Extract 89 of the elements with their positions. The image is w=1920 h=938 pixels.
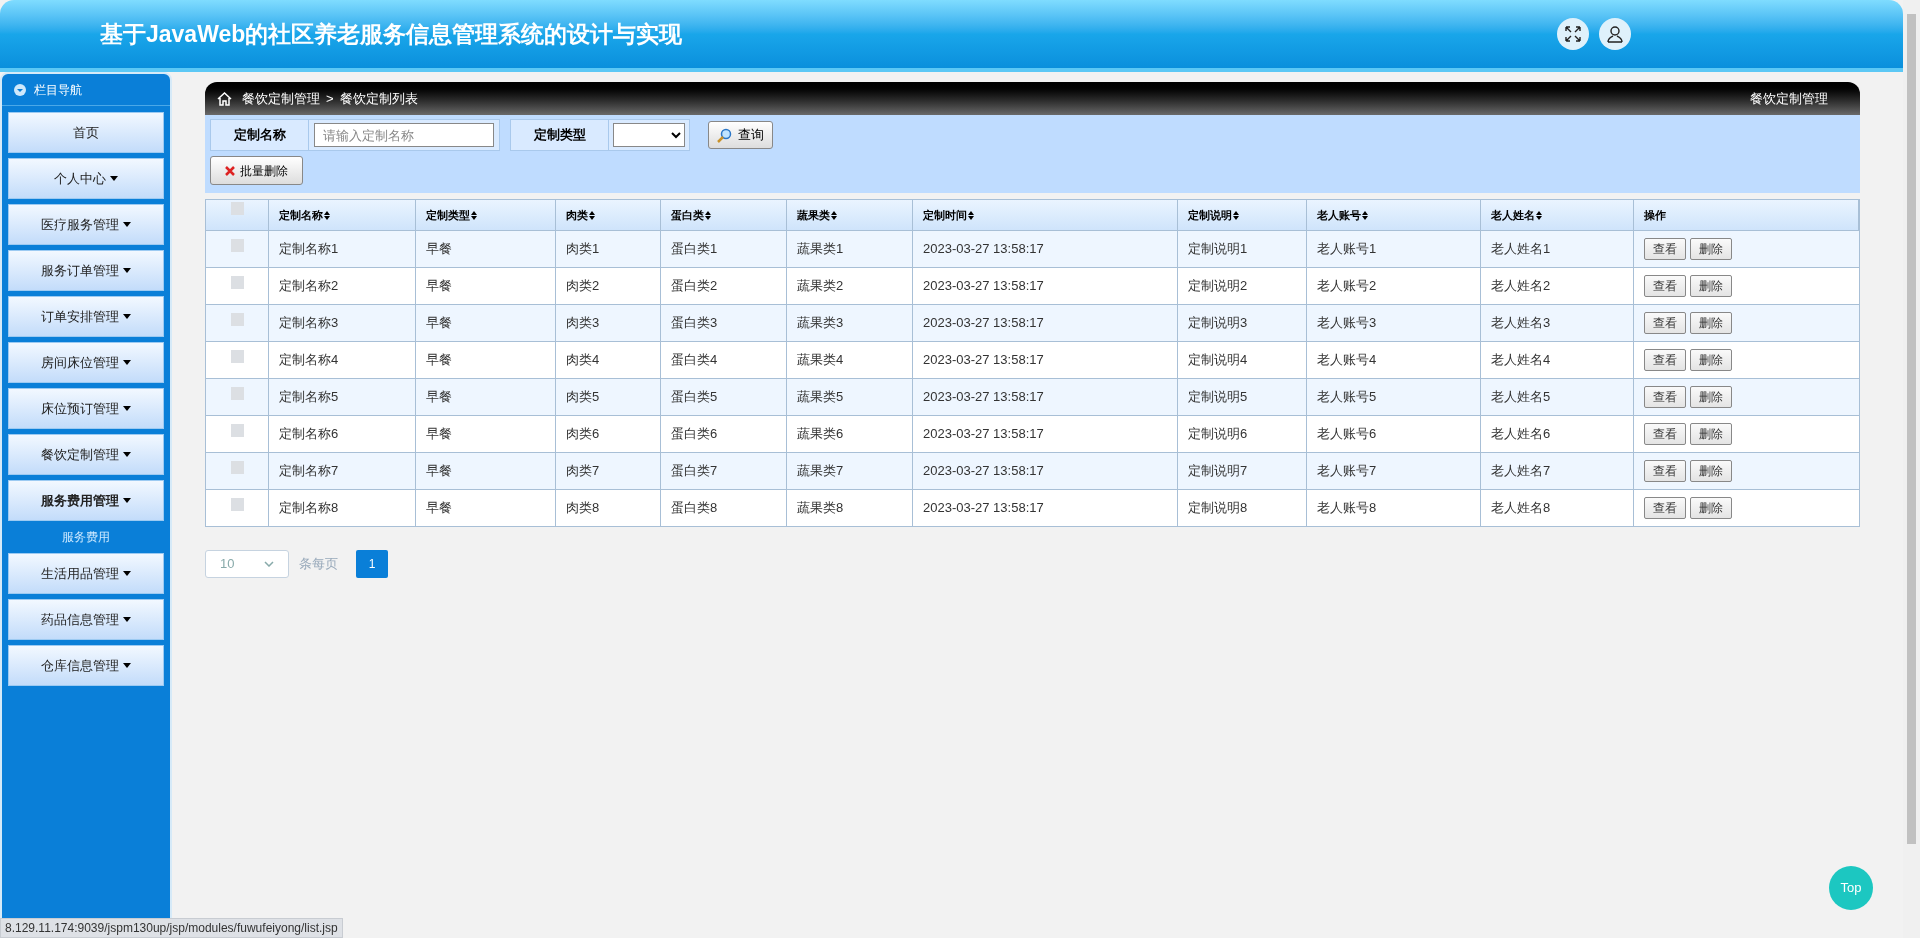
breadcrumb-link[interactable]: 餐饮定制管理 <box>242 88 320 109</box>
sidebar-menu-item[interactable]: 订单安排管理 <box>8 296 164 337</box>
table-cell: 2023-03-27 13:58:17 <box>913 490 1178 526</box>
sort-icon <box>471 210 477 220</box>
sort-icon <box>831 210 837 220</box>
user-icon[interactable] <box>1599 18 1631 50</box>
table-cell: 早餐 <box>416 490 556 526</box>
view-button[interactable]: 查看 <box>1644 423 1686 445</box>
breadcrumb-separator: > <box>326 89 334 108</box>
search-icon <box>717 127 732 143</box>
view-button[interactable]: 查看 <box>1644 238 1686 260</box>
system-title: 基于JavaWeb的社区养老服务信息管理系统的设计与实现 <box>100 19 683 49</box>
sidebar-menu-item[interactable]: 房间床位管理 <box>8 342 164 383</box>
view-button[interactable]: 查看 <box>1644 275 1686 297</box>
row-checkbox[interactable] <box>230 461 244 474</box>
row-checkbox[interactable] <box>230 387 244 400</box>
fullscreen-icon[interactable] <box>1557 18 1589 50</box>
table-cell: 蔬果类8 <box>787 490 913 526</box>
home-icon <box>217 91 232 106</box>
status-bar: 8.129.11.174:9039/jspm130up/jsp/modules/fuwufeiyong/list.jsp <box>0 918 343 938</box>
sidebar-menu-item[interactable]: 医疗服务管理 <box>8 204 164 245</box>
sidebar-menu-item[interactable]: 生活用品管理 <box>8 553 164 594</box>
caret-icon <box>123 314 131 319</box>
row-checkbox[interactable] <box>230 239 244 252</box>
select-all-checkbox[interactable] <box>230 202 244 215</box>
sort-icon <box>1362 210 1368 220</box>
table-cell: 老人姓名8 <box>1481 490 1634 526</box>
page-heading: 餐饮定制管理 <box>1750 89 1828 108</box>
table-cell: 老人账号8 <box>1307 490 1481 526</box>
sidebar-submenu-link[interactable]: 服务费用 <box>62 526 110 548</box>
row-checkbox[interactable] <box>230 313 244 326</box>
table-cell: 蛋白类8 <box>661 490 787 526</box>
delete-button[interactable]: 删除 <box>1690 238 1732 260</box>
sidebar-menu-item[interactable]: 仓库信息管理 <box>8 645 164 686</box>
chevron-down-icon <box>264 561 274 567</box>
sort-icon <box>589 210 595 220</box>
table-cell: 肉类8 <box>556 490 661 526</box>
delete-button[interactable]: 删除 <box>1690 349 1732 371</box>
sidebar-menu-item[interactable]: 餐饮定制管理 <box>8 434 164 475</box>
delete-button[interactable]: 删除 <box>1690 460 1732 482</box>
page-size-label: 条每页 <box>299 555 338 574</box>
delete-button[interactable]: 删除 <box>1690 312 1732 334</box>
caret-icon <box>123 360 131 365</box>
sidebar-menu-item[interactable]: 服务订单管理 <box>8 250 164 291</box>
view-button[interactable]: 查看 <box>1644 497 1686 519</box>
delete-button[interactable]: 删除 <box>1690 275 1732 297</box>
close-icon <box>225 165 235 176</box>
caret-icon <box>123 268 131 273</box>
caret-icon <box>123 663 131 668</box>
sidebar-menu-item[interactable]: 个人中心 <box>8 158 164 199</box>
row-checkbox[interactable] <box>230 350 244 363</box>
view-button[interactable]: 查看 <box>1644 386 1686 408</box>
filter-label: 定制名称 <box>211 120 309 150</box>
caret-icon <box>110 176 118 181</box>
view-button[interactable]: 查看 <box>1644 460 1686 482</box>
delete-button[interactable]: 删除 <box>1690 386 1732 408</box>
view-button[interactable]: 查看 <box>1644 349 1686 371</box>
caret-icon <box>123 617 131 622</box>
sort-icon <box>324 210 330 220</box>
caret-icon <box>123 571 131 576</box>
table-cell: 定制说明8 <box>1178 490 1307 526</box>
sidebar-menu-item[interactable]: 床位预订管理 <box>8 388 164 429</box>
caret-icon <box>123 406 131 411</box>
sort-icon <box>1536 210 1542 220</box>
row-checkbox[interactable] <box>230 424 244 437</box>
delete-button[interactable]: 删除 <box>1690 423 1732 445</box>
batch-delete-button[interactable]: 批量删除 <box>210 156 303 185</box>
page-number-button[interactable]: 1 <box>356 550 388 578</box>
name-input-field[interactable]: 请输入定制名称 <box>314 123 494 147</box>
row-checkbox[interactable] <box>230 498 244 511</box>
caret-icon <box>123 452 131 457</box>
delete-button[interactable]: 删除 <box>1690 497 1732 519</box>
breadcrumb-current: 餐饮定制列表 <box>339 89 418 108</box>
filter-label: 定制类型 <box>511 120 609 150</box>
table-cell: 定制名称8 <box>269 490 416 526</box>
sort-icon <box>1233 210 1239 220</box>
sidebar-menu-item[interactable]: 药品信息管理 <box>8 599 164 640</box>
sidebar-menu-item[interactable]: 服务费用管理 <box>8 480 164 521</box>
caret-icon <box>123 222 131 227</box>
sidebar-title: 栏目导航 <box>34 81 82 99</box>
sort-icon <box>705 210 711 220</box>
caret-icon <box>123 498 131 503</box>
type-select[interactable] <box>613 123 685 147</box>
search-button[interactable]: 查询 <box>708 121 773 149</box>
sidebar-menu-item[interactable]: 首页 <box>8 112 164 153</box>
view-button[interactable]: 查看 <box>1644 312 1686 334</box>
row-checkbox[interactable] <box>230 276 244 289</box>
down-circle-icon <box>14 83 26 96</box>
sort-icon <box>968 210 974 220</box>
